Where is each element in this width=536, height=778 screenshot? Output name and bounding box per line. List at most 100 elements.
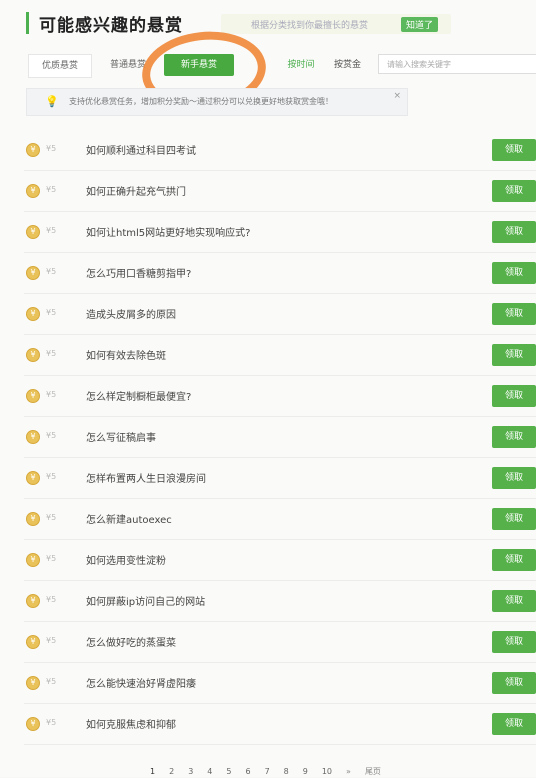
list-item: ¥ ¥5 如何正确升起充气拱门 领取 (24, 171, 536, 212)
coin-icon: ¥ (26, 512, 40, 526)
claim-button[interactable]: 领取 (492, 426, 536, 448)
list-item: ¥ ¥5 如何选用变性淀粉 领取 (24, 540, 536, 581)
claim-button[interactable]: 领取 (492, 180, 536, 202)
bounty-amount: ¥5 (46, 636, 57, 645)
bounty-amount: ¥5 (46, 718, 57, 727)
list-item: ¥ ¥5 怎么做好吃的蒸蛋菜 领取 (24, 622, 536, 663)
filter-tabs: 优质悬赏 普通悬赏 新手悬赏 按时间 按赏金 请输入搜索关键字 (26, 54, 536, 78)
next-page-button[interactable]: » (346, 767, 351, 776)
close-icon[interactable]: × (393, 91, 401, 101)
list-item: ¥ ¥5 怎么能快速治好肾虚阳痿 领取 (24, 663, 536, 704)
bounty-amount: ¥5 (46, 390, 57, 399)
claim-button[interactable]: 领取 (492, 631, 536, 653)
sort-by-bounty[interactable]: 按赏金 (334, 54, 361, 76)
bounty-amount: ¥5 (46, 185, 57, 194)
claim-button[interactable]: 领取 (492, 139, 536, 161)
page: 可能感兴趣的悬赏 根据分类找到你最擅长的悬赏 知道了 优质悬赏 普通悬赏 新手悬… (0, 0, 536, 777)
question-link[interactable]: 怎么写征稿启事 (86, 429, 156, 444)
question-link[interactable]: 怎么能快速治好肾虚阳痿 (86, 675, 196, 690)
title-accent-bar (26, 12, 29, 34)
coin-icon: ¥ (26, 635, 40, 649)
coin-icon: ¥ (26, 553, 40, 567)
bounty-amount: ¥5 (46, 267, 57, 276)
question-link[interactable]: 如何让html5网站更好地实现响应式? (86, 224, 250, 239)
bounty-amount: ¥5 (46, 349, 57, 358)
coin-icon: ¥ (26, 348, 40, 362)
bounty-amount: ¥5 (46, 472, 57, 481)
coin-icon: ¥ (26, 389, 40, 403)
question-link[interactable]: 如何顺利通过科目四考试 (86, 142, 196, 157)
question-link[interactable]: 如何克服焦虑和抑郁 (86, 716, 176, 731)
list-item: ¥ ¥5 如何克服焦虑和抑郁 领取 (24, 704, 536, 745)
question-link[interactable]: 如何正确升起充气拱门 (86, 183, 186, 198)
page-10[interactable]: 10 (322, 767, 332, 776)
claim-button[interactable]: 领取 (492, 262, 536, 284)
subtitle-text: 根据分类找到你最擅长的悬赏 (251, 21, 369, 31)
coin-icon: ¥ (26, 471, 40, 485)
coin-icon: ¥ (26, 676, 40, 690)
bounty-list: ¥ ¥5 如何顺利通过科目四考试 领取 ¥ ¥5 如何正确升起充气拱门 领取 ¥ ¥5 如何让h… (24, 130, 536, 745)
claim-button[interactable]: 领取 (492, 672, 536, 694)
question-link[interactable]: 怎么样定制橱柜最便宜? (86, 388, 191, 403)
bounty-amount: ¥5 (46, 677, 57, 686)
bounty-amount: ¥5 (46, 144, 57, 153)
claim-button[interactable]: 领取 (492, 508, 536, 530)
coin-icon: ¥ (26, 225, 40, 239)
list-item: ¥ ¥5 怎么新建autoexec 领取 (24, 499, 536, 540)
coin-icon: ¥ (26, 307, 40, 321)
question-link[interactable]: 怎么新建autoexec (86, 511, 172, 526)
lightbulb-icon: 💡 (45, 95, 59, 108)
sort-by-time[interactable]: 按时间 (281, 54, 321, 76)
list-item: ¥ ¥5 如何屏蔽ip访问自己的网站 领取 (24, 581, 536, 622)
coin-icon: ¥ (26, 430, 40, 444)
claim-button[interactable]: 领取 (492, 467, 536, 489)
list-item: ¥ ¥5 造成头皮屑多的原因 领取 (24, 294, 536, 335)
bounty-amount: ¥5 (46, 513, 57, 522)
claim-button[interactable]: 领取 (492, 385, 536, 407)
claim-button[interactable]: 领取 (492, 344, 536, 366)
question-link[interactable]: 如何屏蔽ip访问自己的网站 (86, 593, 205, 608)
claim-button[interactable]: 领取 (492, 713, 536, 735)
coin-icon: ¥ (26, 266, 40, 280)
page-7[interactable]: 7 (265, 767, 270, 776)
question-link[interactable]: 如何选用变性淀粉 (86, 552, 166, 567)
notice-text: 支持优化悬赏任务，增加积分奖励～通过积分可以兑换更好地获取赏金哦！ (69, 97, 333, 106)
claim-button[interactable]: 领取 (492, 303, 536, 325)
list-item: ¥ ¥5 怎么巧用口香糖剪指甲? 领取 (24, 253, 536, 294)
list-item: ¥ ¥5 如何让html5网站更好地实现响应式? 领取 (24, 212, 536, 253)
bounty-amount: ¥5 (46, 595, 57, 604)
know-button[interactable]: 知道了 (401, 17, 439, 32)
claim-button[interactable]: 领取 (492, 221, 536, 243)
page-9[interactable]: 9 (303, 767, 308, 776)
list-item: ¥ ¥5 如何有效去除色斑 领取 (24, 335, 536, 376)
coin-icon: ¥ (26, 594, 40, 608)
coin-icon: ¥ (26, 184, 40, 198)
page-1[interactable]: 1 (150, 767, 155, 776)
last-page-button[interactable]: 尾页 (365, 766, 381, 777)
subtitle-banner: 根据分类找到你最擅长的悬赏 知道了 (221, 14, 451, 34)
page-4[interactable]: 4 (207, 767, 212, 776)
bounty-amount: ¥5 (46, 308, 57, 317)
page-8[interactable]: 8 (284, 767, 289, 776)
tab-quality-bounty[interactable]: 优质悬赏 (28, 54, 92, 78)
page-6[interactable]: 6 (245, 767, 250, 776)
claim-button[interactable]: 领取 (492, 590, 536, 612)
question-link[interactable]: 怎样布置两人生日浪漫房间 (86, 470, 206, 485)
search-input[interactable]: 请输入搜索关键字 (378, 54, 536, 74)
coin-icon: ¥ (26, 143, 40, 157)
page-3[interactable]: 3 (188, 767, 193, 776)
question-link[interactable]: 怎么做好吃的蒸蛋菜 (86, 634, 176, 649)
list-item: ¥ ¥5 怎么写征稿启事 领取 (24, 417, 536, 458)
page-5[interactable]: 5 (226, 767, 231, 776)
page-title: 可能感兴趣的悬赏 (39, 15, 183, 36)
bounty-amount: ¥5 (46, 431, 57, 440)
pagination: 1 2 3 4 5 6 7 8 9 10 » 尾页 (150, 764, 395, 778)
coin-icon: ¥ (26, 717, 40, 731)
list-item: ¥ ¥5 如何顺利通过科目四考试 领取 (24, 130, 536, 171)
page-2[interactable]: 2 (169, 767, 174, 776)
question-link[interactable]: 造成头皮屑多的原因 (86, 306, 176, 321)
question-link[interactable]: 怎么巧用口香糖剪指甲? (86, 265, 191, 280)
question-link[interactable]: 如何有效去除色斑 (86, 347, 166, 362)
claim-button[interactable]: 领取 (492, 549, 536, 571)
list-item: ¥ ¥5 怎么样定制橱柜最便宜? 领取 (24, 376, 536, 417)
